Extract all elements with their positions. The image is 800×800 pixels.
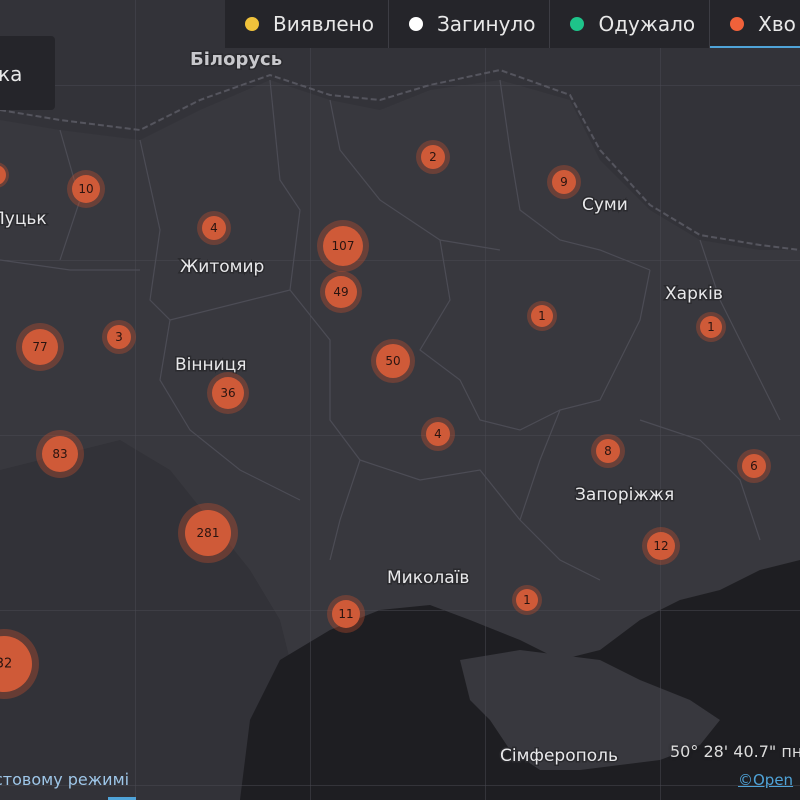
svg-text:50: 50 — [385, 354, 400, 368]
legend-item-deaths[interactable]: Загинуло — [389, 0, 551, 48]
case-cluster[interactable]: 10 — [67, 170, 105, 208]
text-mode-link[interactable]: стовому режимі — [0, 770, 129, 789]
case-cluster[interactable]: 8 — [591, 434, 625, 468]
case-cluster[interactable]: 11 — [327, 595, 365, 633]
svg-text:3: 3 — [115, 330, 123, 344]
svg-text:36: 36 — [220, 386, 235, 400]
city-label: Запоріжжя — [575, 485, 674, 505]
recovered-dot-icon — [570, 17, 585, 31]
info-panel: ка — [0, 36, 55, 110]
svg-text:77: 77 — [32, 340, 47, 354]
svg-text:1: 1 — [523, 593, 531, 607]
svg-text:4: 4 — [434, 427, 442, 441]
svg-text:32: 32 — [0, 657, 12, 672]
svg-text:9: 9 — [560, 175, 568, 189]
info-panel-text: ка — [0, 62, 23, 86]
svg-text:1: 1 — [538, 309, 546, 323]
case-cluster[interactable]: 50 — [371, 339, 415, 383]
svg-text:4: 4 — [210, 221, 218, 235]
case-cluster[interactable]: 9 — [547, 165, 581, 199]
cursor-coordinates: 50° 28' 40.7" пн — [670, 742, 800, 761]
svg-text:6: 6 — [750, 459, 758, 473]
case-cluster[interactable]: 4 — [421, 417, 455, 451]
legend-item-sick[interactable]: Хво — [710, 0, 800, 48]
case-cluster[interactable]: 2 — [416, 140, 450, 174]
status-legend: Виявлено Загинуло Одужало Хво — [225, 0, 800, 48]
svg-text:107: 107 — [332, 239, 355, 253]
sick-dot-icon — [730, 17, 745, 31]
city-label: Сімферополь — [500, 746, 618, 766]
legend-item-recovered[interactable]: Одужало — [550, 0, 711, 48]
case-cluster[interactable]: 49 — [320, 271, 362, 313]
case-cluster[interactable]: 77 — [16, 323, 64, 371]
svg-text:8: 8 — [604, 444, 612, 458]
city-label: Луцьк — [0, 209, 47, 229]
svg-text:10: 10 — [78, 182, 93, 196]
svg-text:281: 281 — [197, 526, 220, 540]
legend-label: Одужало — [598, 12, 696, 36]
case-cluster[interactable]: 1 — [512, 585, 542, 615]
case-cluster[interactable]: 107 — [317, 220, 369, 272]
case-cluster[interactable]: 1 — [696, 312, 726, 342]
case-cluster[interactable]: 36 — [207, 372, 249, 414]
svg-text:2: 2 — [429, 150, 437, 164]
map-attribution-link[interactable]: ©Open — [738, 771, 793, 789]
svg-text:12: 12 — [653, 539, 668, 553]
city-label: Житомир — [180, 257, 264, 277]
svg-text:49: 49 — [333, 285, 348, 299]
case-cluster[interactable]: 4 — [197, 211, 231, 245]
case-cluster[interactable]: 3 — [102, 320, 136, 354]
legend-item-detected[interactable]: Виявлено — [225, 0, 389, 48]
case-cluster[interactable]: 1 — [527, 301, 557, 331]
country-label-belarus: Білорусь — [190, 49, 282, 70]
case-cluster[interactable]: 281 — [178, 503, 238, 563]
legend-label: Виявлено — [273, 12, 374, 36]
legend-label: Хво — [758, 12, 796, 36]
case-cluster[interactable]: 83 — [36, 430, 84, 478]
svg-text:1: 1 — [707, 320, 715, 334]
city-label: Суми — [582, 195, 628, 215]
svg-text:83: 83 — [52, 447, 67, 461]
city-label: Вінниця — [175, 355, 246, 375]
case-cluster[interactable]: 12 — [642, 527, 680, 565]
svg-text:11: 11 — [338, 607, 353, 621]
deaths-dot-icon — [408, 17, 423, 31]
city-label: Харків — [665, 284, 723, 304]
case-cluster[interactable]: 6 — [737, 449, 771, 483]
city-label: Миколаїв — [387, 568, 469, 588]
detected-dot-icon — [245, 17, 259, 31]
map-canvas[interactable]: Білорусь Луцьк Житомир Вінниця Суми Харк… — [0, 0, 800, 800]
legend-label: Загинуло — [436, 12, 536, 36]
